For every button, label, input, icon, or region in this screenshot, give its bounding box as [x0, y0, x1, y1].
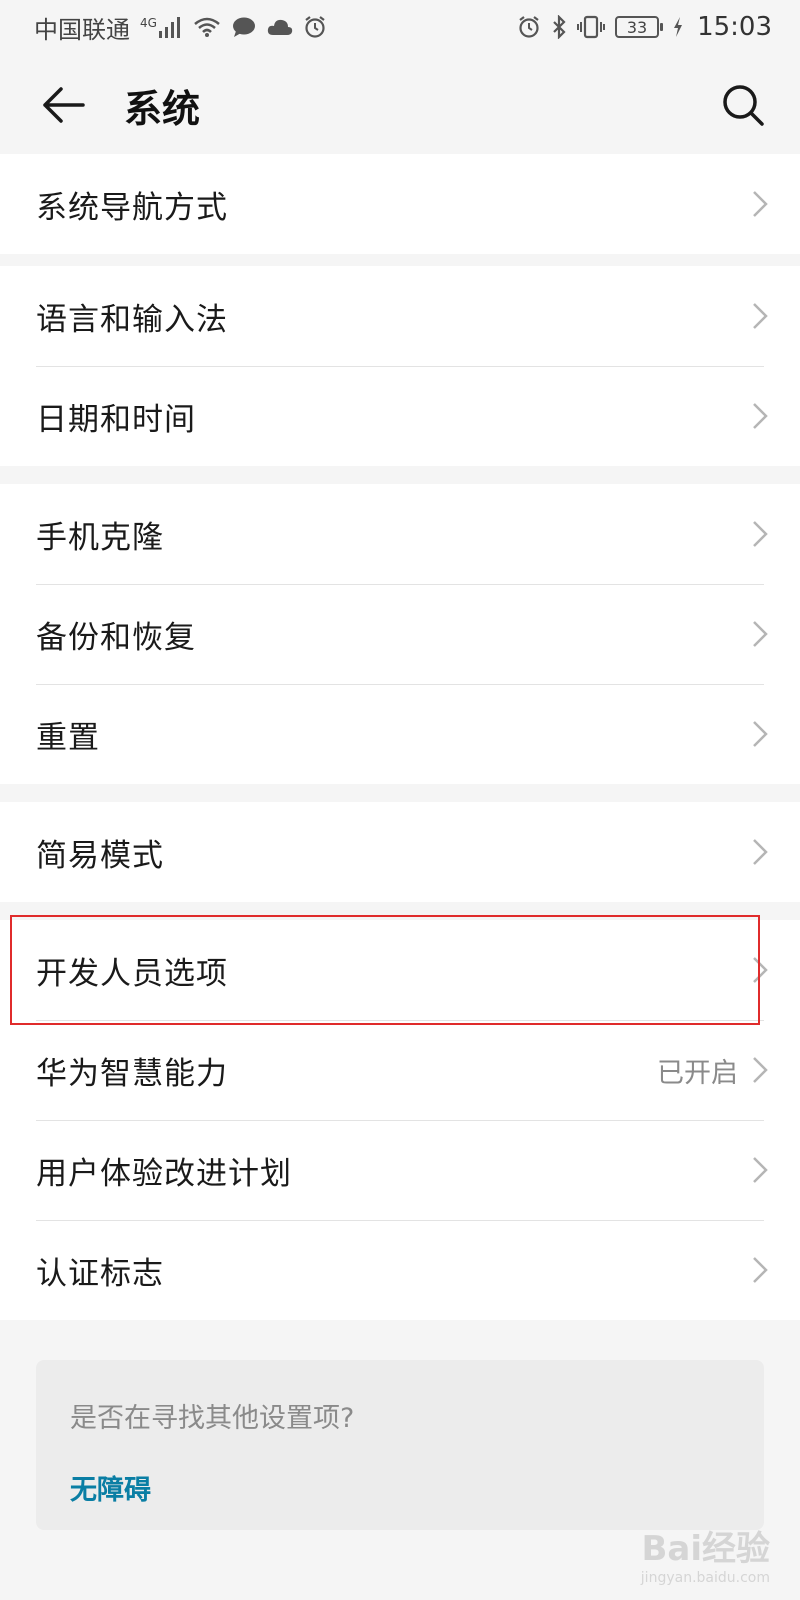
back-arrow-icon: [43, 87, 85, 123]
setting-item-label: 手机克隆: [36, 519, 164, 556]
back-button[interactable]: [38, 80, 88, 130]
cloud-icon: [267, 17, 293, 37]
setting-item-label: 备份和恢复: [36, 619, 196, 656]
setting-item-label: 简易模式: [36, 837, 164, 874]
baidu-watermark: Bai经验 jingyan.baidu.com: [641, 1521, 770, 1586]
chevron-right-icon: [752, 1155, 768, 1185]
suggestion-card: 是否在寻找其他设置项? 无障碍: [36, 1360, 764, 1530]
setting-item-user-experience[interactable]: 用户体验改进计划: [0, 1120, 800, 1220]
chevron-right-icon: [752, 619, 768, 649]
alarm-icon: [517, 15, 541, 39]
search-icon: [723, 85, 764, 126]
setting-item-language-input[interactable]: 语言和输入法: [0, 266, 800, 366]
charging-icon: [673, 17, 683, 37]
setting-item-simple-mode[interactable]: 简易模式: [0, 802, 800, 902]
signal-icon: 4G: [140, 16, 183, 38]
chevron-right-icon: [752, 1055, 768, 1085]
message-icon: [231, 16, 257, 38]
setting-item-backup-restore[interactable]: 备份和恢复: [0, 584, 800, 684]
setting-item-label: 重置: [36, 719, 100, 756]
chevron-right-icon: [752, 837, 768, 867]
status-bar: 中国联通 4G 33 15:03: [0, 0, 800, 54]
battery-icon: 33: [615, 16, 664, 38]
carrier-label: 中国联通: [34, 15, 130, 44]
suggestion-question: 是否在寻找其他设置项?: [70, 1403, 355, 1434]
battery-level: 33: [626, 17, 648, 37]
chevron-right-icon: [752, 189, 768, 219]
setting-item-date-time[interactable]: 日期和时间: [0, 366, 800, 466]
setting-item-label: 日期和时间: [36, 401, 196, 438]
setting-item-label: 系统导航方式: [36, 189, 228, 226]
chevron-right-icon: [752, 719, 768, 749]
setting-item-developer-options[interactable]: 开发人员选项: [0, 920, 800, 1020]
title-bar: 系统: [0, 54, 800, 156]
settings-group-language-time: 语言和输入法 日期和时间: [0, 266, 800, 466]
watermark-url: jingyan.baidu.com: [640, 1570, 770, 1586]
alarm-icon: [303, 15, 327, 39]
chevron-right-icon: [752, 1255, 768, 1285]
setting-item-system-navigation[interactable]: 系统导航方式: [0, 154, 800, 254]
settings-group-backup: 手机克隆 备份和恢复 重置: [0, 484, 800, 784]
wifi-icon: [193, 16, 221, 38]
page-title: 系统: [124, 86, 201, 131]
chevron-right-icon: [752, 519, 768, 549]
setting-item-reset[interactable]: 重置: [0, 684, 800, 784]
settings-group-misc: 简易模式 开发人员选项 华为智慧能力 已开启 用户体验改进计划 认证标志: [0, 802, 800, 1320]
search-button[interactable]: [716, 78, 770, 132]
accessibility-link[interactable]: 无障碍: [70, 1468, 151, 1507]
setting-item-label: 语言和输入法: [36, 301, 228, 338]
setting-item-label: 华为智慧能力: [36, 1055, 228, 1092]
setting-item-label: 开发人员选项: [36, 955, 228, 992]
chevron-right-icon: [752, 401, 768, 431]
chevron-right-icon: [752, 301, 768, 331]
group-spacer: [0, 902, 800, 920]
chevron-right-icon: [752, 955, 768, 985]
bluetooth-icon: [551, 15, 567, 39]
vibrate-icon: [577, 15, 606, 39]
settings-group-navigation: 系统导航方式: [0, 154, 800, 254]
setting-item-certification[interactable]: 认证标志: [0, 1220, 800, 1320]
clock: 15:03: [697, 12, 772, 42]
setting-item-huawei-intelligence[interactable]: 华为智慧能力 已开启: [0, 1020, 800, 1120]
setting-item-label: 认证标志: [36, 1255, 164, 1292]
setting-item-value: 已开启: [657, 1057, 738, 1089]
setting-item-phone-clone[interactable]: 手机克隆: [0, 484, 800, 584]
watermark-brand: Bai经验: [641, 1529, 770, 1569]
setting-item-label: 用户体验改进计划: [36, 1155, 292, 1192]
